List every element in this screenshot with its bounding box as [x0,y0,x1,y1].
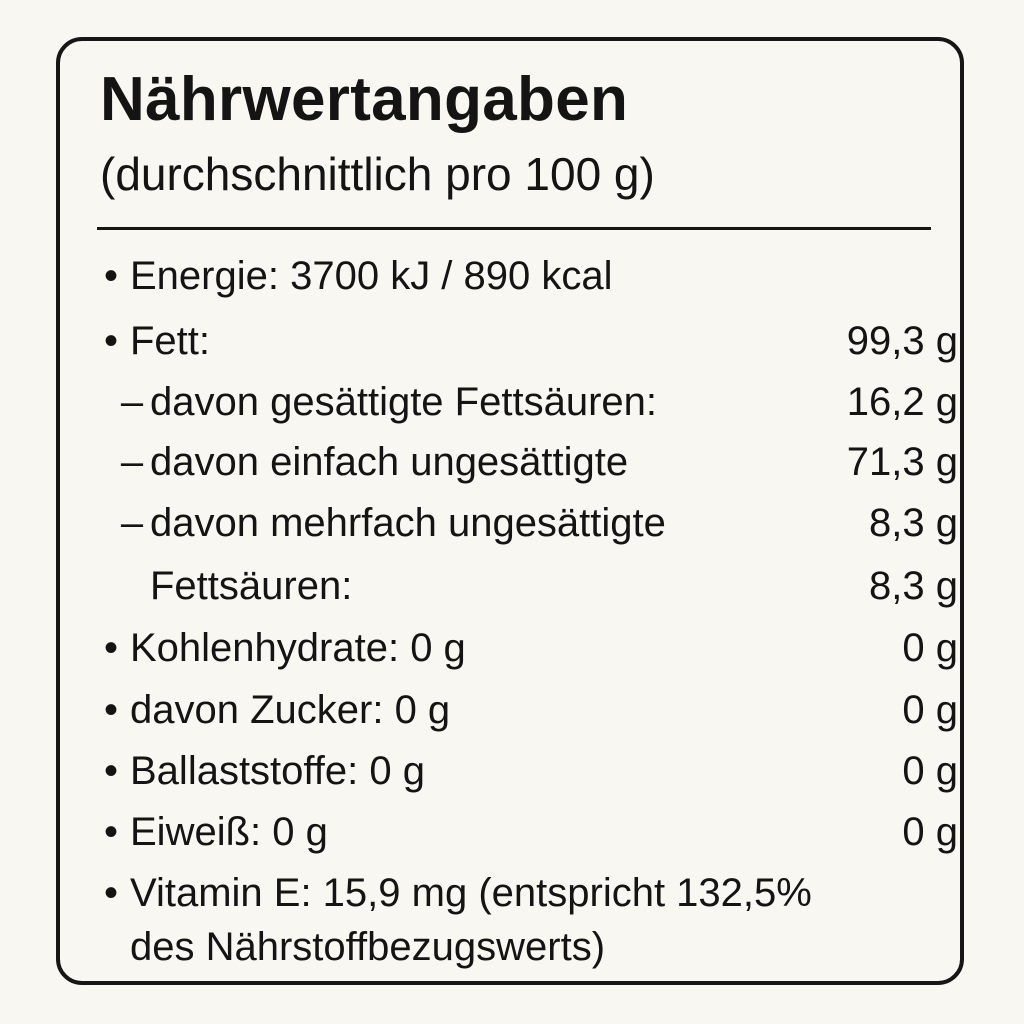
nutrient-name: davon mehrfach ungesättigte [150,501,666,545]
nutrient-row-monounsaturated-fat: – davon einfach ungesättigte 71,3 g [96,434,958,490]
nutrient-row-vitamin-e-continued: des Nährstoffbezugswerts) [96,919,958,975]
nutrient-row-fat: • Fett: 99,3 g [96,313,958,369]
nutrient-name: Vitamin E: 15,9 mg (entspricht 132,5% [130,871,812,915]
nutrient-row-carbohydrates: • Kohlenhydrate: 0 g 0 g [96,620,958,676]
nutrient-value: 8,3 g [869,564,958,608]
nutrient-value: 0 g [902,688,958,732]
label-title: Nährwertangaben [100,65,629,134]
nutrient-row-sugar: • davon Zucker: 0 g 0 g [96,682,958,738]
title-divider [97,227,931,230]
bullet: • [103,319,118,363]
nutrient-value: 71,3 g [846,440,958,484]
nutrient-name: davon Zucker: 0 g [130,688,451,732]
nutrient-value: 0 g [902,626,958,670]
dash: – [120,440,144,484]
nutrient-row-energy: • Energie: 3700 kJ / 890 kcal [96,248,958,304]
nutrient-name: davon einfach ungesättigte [150,440,629,484]
nutrient-row-saturated-fat: – davon gesättigte Fettsäuren: 16,2 g [96,374,958,430]
bullet: • [103,810,118,854]
bullet: • [103,688,118,732]
nutrient-name: davon gesättigte Fettsäuren: [150,380,657,424]
label-subtitle: (durchschnittlich pro 100 g) [100,148,655,200]
nutrient-name: Energie: 3700 kJ / 890 kcal [130,254,613,298]
nutrient-name: Ballaststoffe: 0 g [130,749,425,793]
bullet: • [103,626,118,670]
nutrient-row-protein: • Eiweiß: 0 g 0 g [96,804,958,860]
nutrient-row-fatty-acids: Fettsäuren: 8,3 g [96,558,958,614]
dash: – [120,501,144,545]
dash: – [120,380,144,424]
nutrient-value: 8,3 g [869,501,958,545]
nutrient-name: Fett: [130,319,211,363]
nutrient-name: Eiweiß: 0 g [130,810,328,854]
nutrient-value: 0 g [902,749,958,793]
bullet: • [103,749,118,793]
nutrient-name: Kohlenhydrate: 0 g [130,626,466,670]
nutrient-name: des Nährstoffbezugswerts) [130,925,606,969]
nutrient-value: 16,2 g [846,380,958,424]
bullet: • [103,871,118,915]
nutrient-name: Fettsäuren: [150,564,353,608]
nutrient-row-polyunsaturated-fat: – davon mehrfach ungesättigte 8,3 g [96,495,958,551]
bullet: • [103,254,118,298]
nutrient-value: 99,3 g [846,319,958,363]
nutrient-row-fiber: • Ballaststoffe: 0 g 0 g [96,743,958,799]
nutrient-row-vitamin-e: • Vitamin E: 15,9 mg (entspricht 132,5% [96,865,958,921]
nutrient-value: 0 g [902,810,958,854]
